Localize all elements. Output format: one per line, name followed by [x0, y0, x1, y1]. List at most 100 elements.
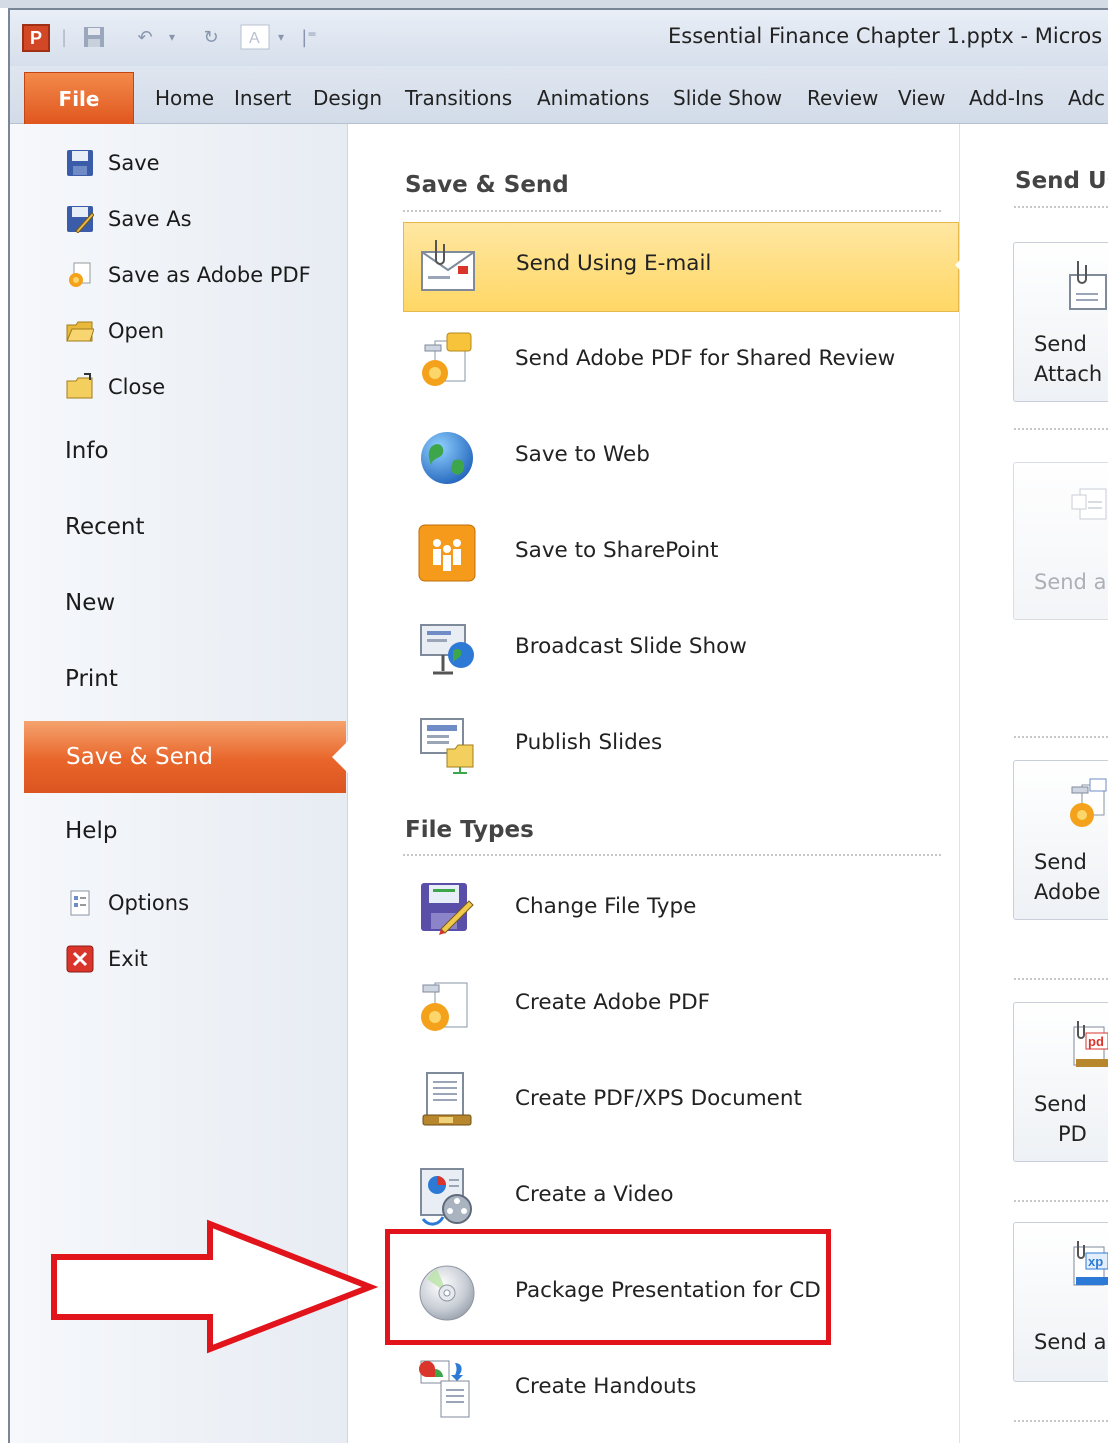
adobe-pdf-icon	[417, 975, 477, 1035]
pdf-badge-text: pd	[1088, 1034, 1104, 1049]
divider	[1014, 1420, 1108, 1422]
adobe-review-icon	[417, 331, 477, 391]
send-as-attachment-button[interactable]: Send Attach	[1013, 242, 1108, 402]
option-send-adobe-pdf-shared-review[interactable]: Send Adobe PDF for Shared Review	[403, 318, 959, 408]
option-save-to-web-label: Save to Web	[515, 442, 650, 467]
nav-print[interactable]: Print	[65, 666, 118, 692]
divider	[1014, 1200, 1108, 1202]
nav-info[interactable]: Info	[65, 438, 109, 464]
option-save-to-sharepoint[interactable]: Save to SharePoint	[403, 510, 959, 600]
tab-slide-show[interactable]: Slide Show	[673, 86, 782, 110]
option-publish-slides-label: Publish Slides	[515, 730, 663, 755]
tab-animations[interactable]: Animations	[537, 86, 649, 110]
nav-options[interactable]: Options	[66, 886, 189, 920]
handouts-icon	[417, 1359, 477, 1419]
section-save-send-heading: Save & Send	[405, 172, 569, 198]
nav-help[interactable]: Help	[65, 818, 117, 844]
send-as-attachment-line1: Send	[1034, 332, 1087, 356]
option-save-to-web[interactable]: Save to Web	[403, 414, 959, 504]
nav-save-as[interactable]: Save As	[66, 202, 192, 236]
qat-separator: |	[60, 26, 68, 48]
option-create-handouts[interactable]: Create Handouts	[403, 1346, 959, 1436]
qat-custom-dropdown-icon[interactable]: ▾	[274, 24, 288, 50]
nav-close[interactable]: Close	[66, 370, 165, 404]
tab-review[interactable]: Review	[807, 86, 878, 110]
send-as-pdf-button[interactable]: pd Send PD	[1013, 1002, 1108, 1162]
sharepoint-icon	[417, 523, 477, 583]
send-as-pdf-line2: PD	[1058, 1122, 1087, 1146]
send-using-email-panel: Send Us Send Attach Send a Send Adobe	[960, 124, 1108, 1443]
tab-insert[interactable]: Insert	[234, 86, 291, 110]
tab-design[interactable]: Design	[313, 86, 382, 110]
nav-close-label: Close	[108, 375, 166, 399]
option-create-video-label: Create a Video	[515, 1182, 674, 1207]
window-title: Essential Finance Chapter 1.pptx - Micro…	[668, 24, 1103, 48]
nav-recent[interactable]: Recent	[65, 514, 145, 540]
nav-open-label: Open	[108, 319, 165, 343]
undo-dropdown-icon[interactable]: ▾	[164, 24, 180, 50]
option-send-using-email[interactable]: Send Using E-mail	[403, 222, 959, 312]
divider	[1014, 206, 1108, 208]
qat-custom-icon[interactable]: A	[238, 24, 272, 50]
nav-save-and-send[interactable]: Save & Send	[24, 721, 346, 793]
option-create-adobe-pdf[interactable]: Create Adobe PDF	[403, 962, 959, 1052]
options-icon	[66, 889, 94, 917]
tab-add-ins[interactable]: Add-Ins	[969, 86, 1044, 110]
option-create-pdf-xps-label: Create PDF/XPS Document	[515, 1086, 802, 1111]
video-icon	[417, 1167, 477, 1227]
globe-icon	[417, 427, 477, 487]
send-as-xps-button[interactable]: xp Send a	[1013, 1222, 1108, 1382]
red-arrow-annotation	[51, 1219, 378, 1354]
change-file-type-icon	[417, 879, 477, 939]
send-adobe-pdf-line2: Adobe	[1034, 880, 1101, 904]
pdf-xps-icon	[417, 1071, 477, 1131]
tab-file[interactable]: File	[24, 72, 134, 124]
redo-icon[interactable]: ↻	[196, 24, 226, 50]
publish-slides-icon	[417, 715, 477, 775]
powerpoint-app-icon[interactable]: P	[22, 24, 50, 52]
undo-icon[interactable]: ↶	[130, 24, 160, 50]
close-folder-icon	[66, 373, 94, 401]
tab-home[interactable]: Home	[155, 86, 214, 110]
save-as-icon	[66, 205, 95, 234]
open-folder-icon	[66, 317, 95, 345]
right-panel-heading: Send Us	[1015, 168, 1108, 194]
option-publish-slides[interactable]: Publish Slides	[403, 702, 959, 792]
nav-save[interactable]: Save	[66, 146, 160, 180]
nav-save-as-label: Save As	[108, 207, 192, 231]
customize-qat-icon[interactable]: |⁼	[294, 24, 324, 50]
broadcast-icon	[417, 619, 477, 679]
screen-top-strip	[0, 0, 1108, 8]
option-save-to-sharepoint-label: Save to SharePoint	[515, 538, 719, 563]
option-change-file-type-label: Change File Type	[515, 894, 697, 919]
svg-text:A: A	[249, 30, 260, 47]
send-a-link-button[interactable]: Send a	[1013, 462, 1108, 620]
option-change-file-type[interactable]: Change File Type	[403, 866, 959, 956]
nav-save-as-adobe-pdf-label: Save as Adobe PDF	[108, 263, 311, 287]
nav-selected-notch	[332, 741, 348, 773]
tab-acrobat[interactable]: Adc	[1068, 86, 1105, 110]
option-create-handouts-label: Create Handouts	[515, 1374, 697, 1399]
divider	[1014, 736, 1108, 738]
divider	[1014, 978, 1108, 980]
send-adobe-pdf-button[interactable]: Send Adobe	[1013, 760, 1108, 920]
nav-open[interactable]: Open	[66, 314, 164, 348]
selected-option-notch	[955, 249, 971, 281]
divider	[1014, 428, 1108, 430]
option-create-pdf-xps[interactable]: Create PDF/XPS Document	[403, 1058, 959, 1148]
exit-icon	[66, 945, 94, 973]
nav-new[interactable]: New	[65, 590, 115, 616]
send-as-xps-label: Send a	[1034, 1330, 1107, 1354]
nav-exit[interactable]: Exit	[66, 942, 148, 976]
tab-view[interactable]: View	[898, 86, 945, 110]
save-icon[interactable]	[80, 24, 108, 50]
send-as-attachment-line2: Attach	[1034, 362, 1103, 386]
tab-transitions[interactable]: Transitions	[405, 86, 512, 110]
highlight-box-annotation	[385, 1229, 831, 1345]
xps-attachment-icon: xp	[1064, 1239, 1108, 1295]
ribbon-tab-row: File Home Insert Design Transitions Anim…	[10, 66, 1108, 124]
option-broadcast-slide-show[interactable]: Broadcast Slide Show	[403, 606, 959, 696]
option-send-using-email-label: Send Using E-mail	[516, 251, 712, 276]
adobe-review-icon	[1064, 777, 1108, 833]
nav-save-as-adobe-pdf[interactable]: Save as Adobe PDF	[66, 258, 311, 292]
